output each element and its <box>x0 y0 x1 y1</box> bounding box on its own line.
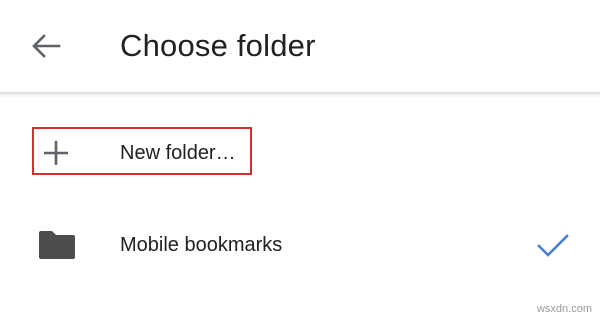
watermark: wsxdn.com <box>536 303 592 315</box>
new-folder-item[interactable]: New folder… <box>0 123 600 183</box>
arrow-back-icon <box>32 34 61 58</box>
mobile-bookmarks-label: Mobile bookmarks <box>120 234 283 256</box>
page-title: Choose folder <box>120 28 316 63</box>
plus-icon <box>44 141 68 165</box>
app-bar-shadow <box>0 92 600 98</box>
choose-folder-screen: Choose folder New folder… Mobile bookmar… <box>0 0 600 317</box>
mobile-bookmarks-item[interactable]: Mobile bookmarks <box>0 215 600 275</box>
app-bar: Choose folder <box>0 0 600 92</box>
check-icon <box>537 234 569 257</box>
back-button[interactable] <box>24 26 68 66</box>
folder-icon <box>39 231 75 259</box>
new-folder-label: New folder… <box>120 142 236 164</box>
